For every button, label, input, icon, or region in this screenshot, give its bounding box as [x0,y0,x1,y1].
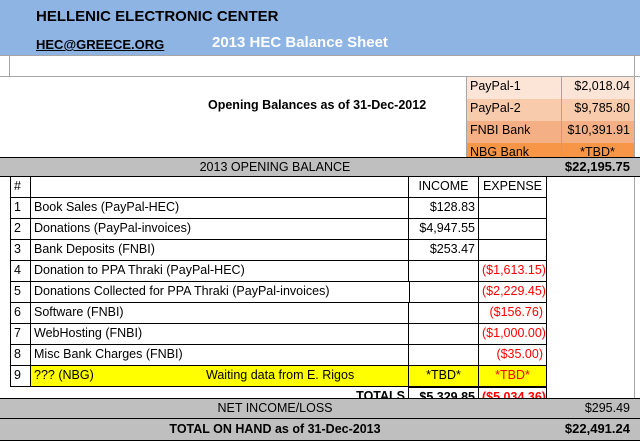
email-link[interactable]: HEC@GREECE.ORG [36,37,164,52]
org-name: HELLENIC ELECTRONIC CENTER [36,8,279,25]
table-row: 4 Donation to PPA Thraki (PayPal-HEC) ($… [10,261,547,282]
account-label-fnbi: FNBI Bank [466,121,561,143]
col-header-income: INCOME [409,177,479,198]
row-income [409,303,479,324]
row-desc: Misc Bank Charges (FNBI) [31,345,409,366]
row-expense: *TBD* [479,366,547,387]
account-label-paypal-2: PayPal-2 [466,99,561,121]
row-income: $128.83 [409,198,479,219]
account-value-paypal-2: $9,785.80 [561,99,634,121]
table-row: 7 WebHosting (FNBI) ($1,000.00) [10,324,547,345]
table-row: 3 Bank Deposits (FNBI) $253.47 [10,240,547,261]
table-row: 1 Book Sales (PayPal-HEC) $128.83 [10,198,547,219]
net-income-label: NET INCOME/LOSS [217,401,333,415]
table-row: 8 Misc Bank Charges (FNBI) ($35.00) [10,345,547,366]
row-desc: Donation to PPA Thraki (PayPal-HEC) [31,261,409,282]
table-row: 2 Donations (PayPal-invoices) $4,947.55 [10,219,547,240]
table-row: 5 Donations Collected for PPA Thraki (Pa… [10,282,547,303]
row-desc-text: ??? (NBG) [34,368,94,382]
row-num: 2 [10,219,31,240]
account-value-paypal-1: $2,018.04 [561,77,634,99]
opening-balance-value: $22,195.75 [564,159,630,174]
row-income: $253.47 [409,240,479,261]
row-expense: ($35.00) [479,345,547,366]
row-income: $4,947.55 [409,219,479,240]
net-income-value: $295.49 [584,401,630,415]
total-on-hand-value: $22,491.24 [564,421,630,436]
row-expense [479,219,547,240]
row-num: 3 [10,240,31,261]
row-num: 1 [10,198,31,219]
col-header-expense: EXPENSE [479,177,547,198]
row-desc: WebHosting (FNBI) [31,324,409,345]
row-note: Waiting data from E. Rigos [206,368,355,382]
row-num: 4 [10,261,31,282]
row-num: 7 [10,324,31,345]
row-income: *TBD* [409,366,479,387]
account-label-paypal-1: PayPal-1 [466,77,561,99]
opening-balance-label: 2013 OPENING BALANCE [199,160,351,174]
row-expense: ($1,000.00) [479,324,547,345]
account-value-fnbi: $10,391.91 [561,121,634,143]
row-expense: ($2,229.45) [479,282,547,303]
row-income [409,282,479,303]
row-num: 5 [10,282,31,303]
row-income [409,324,479,345]
row-desc: Book Sales (PayPal-HEC) [31,198,409,219]
sheet-title: 2013 HEC Balance Sheet [212,34,388,51]
row-expense: ($1,613.15) [479,261,547,282]
row-desc: Bank Deposits (FNBI) [31,240,409,261]
opening-balances-label: Opening Balances as of 31-Dec-2012 [208,98,427,112]
table-row: 6 Software (FNBI) ($156.76) [10,303,547,324]
row-expense: ($156.76) [479,303,547,324]
row-income [409,345,479,366]
col-header-num: # [10,177,31,198]
row-desc: ??? (NBG) Waiting data from E. Rigos [31,366,409,387]
row-desc: Donations (PayPal-invoices) [31,219,409,240]
row-num: 8 [10,345,31,366]
table-row-pending: 9 ??? (NBG) Waiting data from E. Rigos *… [10,366,547,387]
row-num: 9 [10,366,31,387]
row-desc: Donations Collected for PPA Thraki (PayP… [31,282,409,303]
table-header-row: # INCOME EXPENSE [10,177,547,198]
row-expense [479,240,547,261]
row-num: 6 [10,303,31,324]
row-income [409,261,479,282]
total-on-hand-label: TOTAL ON HAND as of 31-Dec-2013 [169,422,381,436]
row-desc: Software (FNBI) [31,303,409,324]
col-header-desc [31,177,409,198]
row-expense [479,198,547,219]
